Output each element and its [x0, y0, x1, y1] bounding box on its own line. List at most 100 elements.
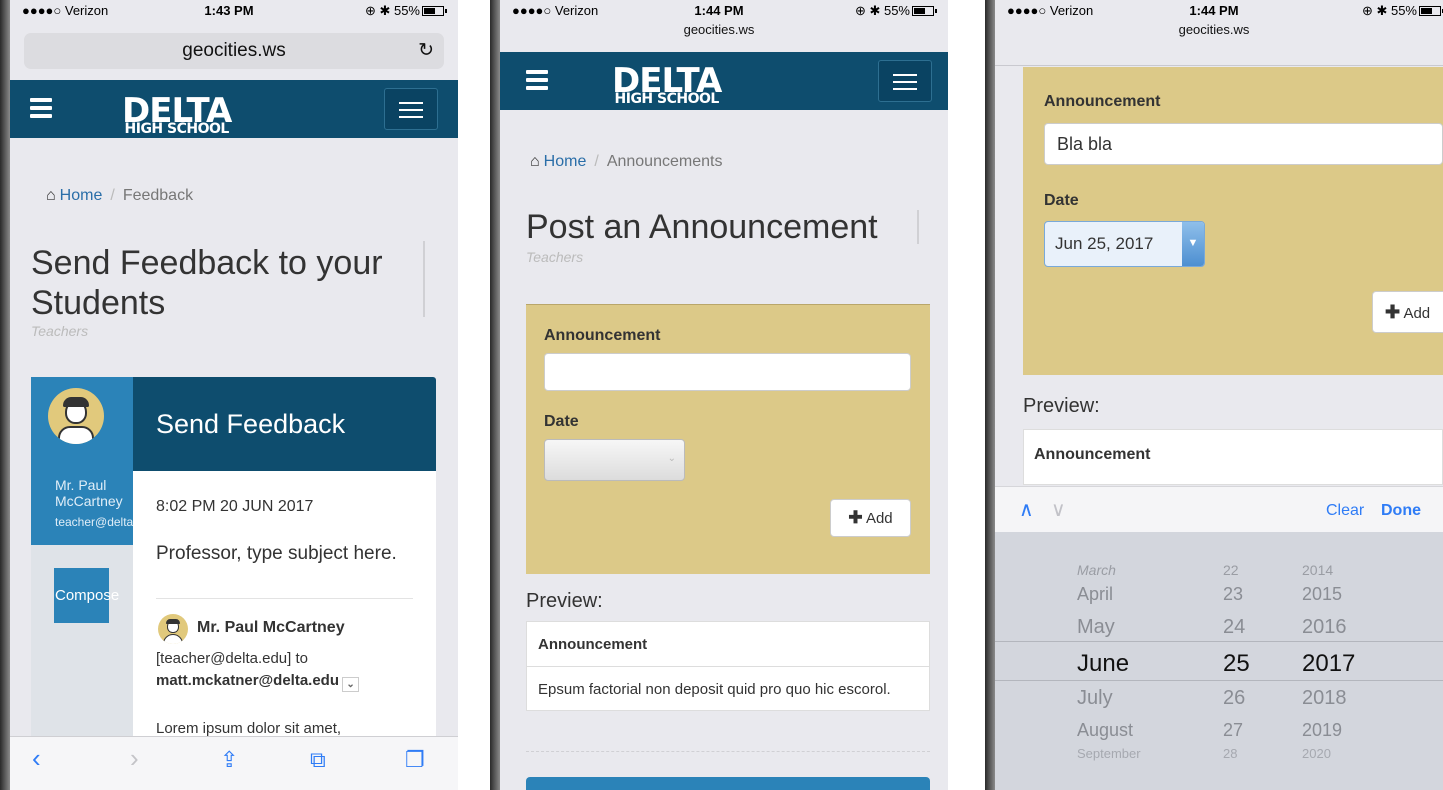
year-option: 2016: [1302, 616, 1347, 638]
announcement-label: Announcement: [1044, 93, 1161, 110]
day-option: 28: [1223, 746, 1238, 761]
preview-heading: Preview:: [1023, 395, 1100, 417]
teacher-avatar: [48, 388, 104, 444]
add-button[interactable]: ✚ Add: [1372, 291, 1443, 333]
date-label: Date: [1044, 192, 1079, 209]
month-option: July: [1077, 687, 1113, 709]
battery-indicator: ⊕ ✱ 55%: [855, 3, 937, 19]
chevron-up-icon[interactable]: ∧: [1019, 497, 1034, 522]
breadcrumb-current: Announcements: [606, 153, 723, 170]
year-option: 2014: [1302, 562, 1334, 578]
phone-feedback-screen: ●●●●○ Verizon 1:43 PM ⊕ ✱ 55% geocities.…: [0, 0, 458, 790]
tabs-icon[interactable]: ❐: [405, 747, 425, 773]
chevron-down-icon[interactable]: ∨: [1051, 497, 1066, 522]
year-option: 2015: [1302, 584, 1343, 604]
month-option: August: [1077, 720, 1134, 740]
month-option: April: [1077, 584, 1114, 604]
announcement-input[interactable]: Bla bla: [1044, 123, 1443, 165]
add-button[interactable]: ✚ Add: [830, 499, 911, 537]
day-option: 26: [1223, 687, 1246, 709]
breadcrumb-home-link[interactable]: Home: [60, 187, 103, 204]
share-icon[interactable]: ⇪: [220, 747, 238, 773]
forward-icon[interactable]: ›: [130, 743, 139, 774]
page-title: Send Feedback to your Students: [31, 244, 383, 322]
day-selected: 25: [1223, 650, 1250, 677]
breadcrumb-home-link[interactable]: Home: [544, 153, 587, 170]
phone-date-picker-screen: ●●●●○ Verizon 1:44 PM ⊕ ✱ 55% geocities.…: [985, 0, 1443, 790]
menu-icon[interactable]: [30, 98, 52, 122]
chevron-down-icon: ⌄: [667, 453, 676, 464]
battery-icon: [422, 6, 447, 16]
year-selected: 2017: [1302, 650, 1356, 677]
month-option: May: [1077, 616, 1115, 638]
clear-button[interactable]: Clear: [1326, 502, 1364, 520]
done-button[interactable]: Done: [1381, 502, 1421, 520]
url-bar[interactable]: geocities.ws ↻: [24, 33, 444, 69]
year-option: 2018: [1302, 687, 1347, 709]
preview-column-header: Announcement: [538, 636, 648, 653]
preview-table: Announcement Epsum factorial non deposit…: [526, 621, 930, 711]
preview-row: Epsum factorial non deposit quid pro quo…: [538, 681, 891, 698]
month-option: September: [1077, 746, 1141, 761]
year-option: 2020: [1302, 746, 1331, 761]
teacher-name: Mr. Paul McCartney: [55, 477, 123, 509]
battery-icon: [912, 6, 937, 16]
url-text[interactable]: geocities.ws: [490, 22, 948, 37]
date-label: Date: [544, 413, 579, 430]
delta-logo[interactable]: DELTA HIGH SCHOOL: [122, 94, 232, 136]
page-title: Post an Announcement: [526, 208, 878, 246]
date-select[interactable]: ⌄: [544, 439, 685, 481]
nav-toggle-button[interactable]: [384, 88, 438, 130]
date-select[interactable]: Jun 25, 2017 ▼: [1044, 221, 1205, 267]
divider: [156, 598, 413, 599]
battery-indicator: ⊕ ✱ 55%: [365, 3, 447, 19]
url-text: geocities.ws: [182, 40, 286, 61]
home-icon: ⌂: [46, 187, 56, 204]
preview-column-header: Announcement: [1034, 446, 1151, 463]
month-selected: June: [1077, 650, 1130, 677]
status-bar: ●●●●○ Verizon 1:43 PM ⊕ ✱ 55%: [0, 0, 458, 20]
page-subtitle: Teachers: [31, 323, 89, 339]
sender-name: Mr. Paul McCartney: [197, 619, 345, 636]
url-text[interactable]: geocities.ws: [985, 22, 1443, 37]
menu-icon[interactable]: [526, 70, 548, 94]
announcements-panel-header: [526, 777, 930, 790]
compose-button[interactable]: Compose: [54, 568, 119, 623]
battery-indicator: ⊕ ✱ 55%: [1362, 3, 1443, 19]
breadcrumb-current: Feedback: [122, 187, 194, 204]
selection-band: [995, 641, 1443, 681]
breadcrumb: ⌂ Home / Announcements: [530, 153, 723, 170]
title-divider: [423, 241, 425, 317]
phone-announcement-screen: ●●●●○ Verizon 1:44 PM ⊕ ✱ 55% geocities.…: [490, 0, 948, 790]
preview-heading: Preview:: [526, 590, 603, 612]
message-date: 8:02 PM 20 JUN 2017: [156, 498, 314, 515]
day-option: 22: [1223, 562, 1239, 578]
site-navbar: DELTA HIGH SCHOOL: [500, 52, 948, 110]
bookmarks-icon[interactable]: ⧉: [310, 747, 326, 773]
day-option: 24: [1223, 616, 1246, 638]
date-picker-wheel[interactable]: March April May June July August Septemb…: [995, 532, 1443, 790]
sender-email: [teacher@delta.edu] to: [156, 650, 308, 667]
sender-avatar-icon: [158, 614, 188, 644]
year-option: 2019: [1302, 720, 1343, 740]
recipient[interactable]: matt.mckatner@delta.edu ⌄: [156, 672, 360, 692]
site-navbar: DELTA HIGH SCHOOL: [10, 80, 458, 138]
battery-icon: [1419, 6, 1443, 16]
chevron-down-icon: ▼: [1182, 222, 1204, 266]
message-subject[interactable]: Professor, type subject here.: [156, 543, 416, 565]
send-feedback-heading: Send Feedback: [133, 377, 436, 471]
picker-accessory-bar: ∧ ∨ Clear Done: [995, 486, 1443, 532]
message-body: Lorem ipsum dolor sit amet,: [156, 720, 342, 737]
delta-logo[interactable]: DELTA HIGH SCHOOL: [612, 64, 722, 106]
announcement-label: Announcement: [544, 327, 661, 344]
back-icon[interactable]: ‹: [32, 743, 41, 774]
announcement-input[interactable]: [544, 353, 911, 391]
home-icon: ⌂: [530, 153, 540, 170]
title-divider: [917, 210, 919, 244]
teacher-email: teacher@delta.edu: [55, 515, 133, 529]
chevron-down-icon[interactable]: ⌄: [342, 677, 360, 692]
reload-icon[interactable]: ↻: [418, 33, 434, 69]
month-option: March: [1077, 562, 1116, 578]
day-option: 27: [1223, 720, 1244, 740]
nav-toggle-button[interactable]: [878, 60, 932, 102]
